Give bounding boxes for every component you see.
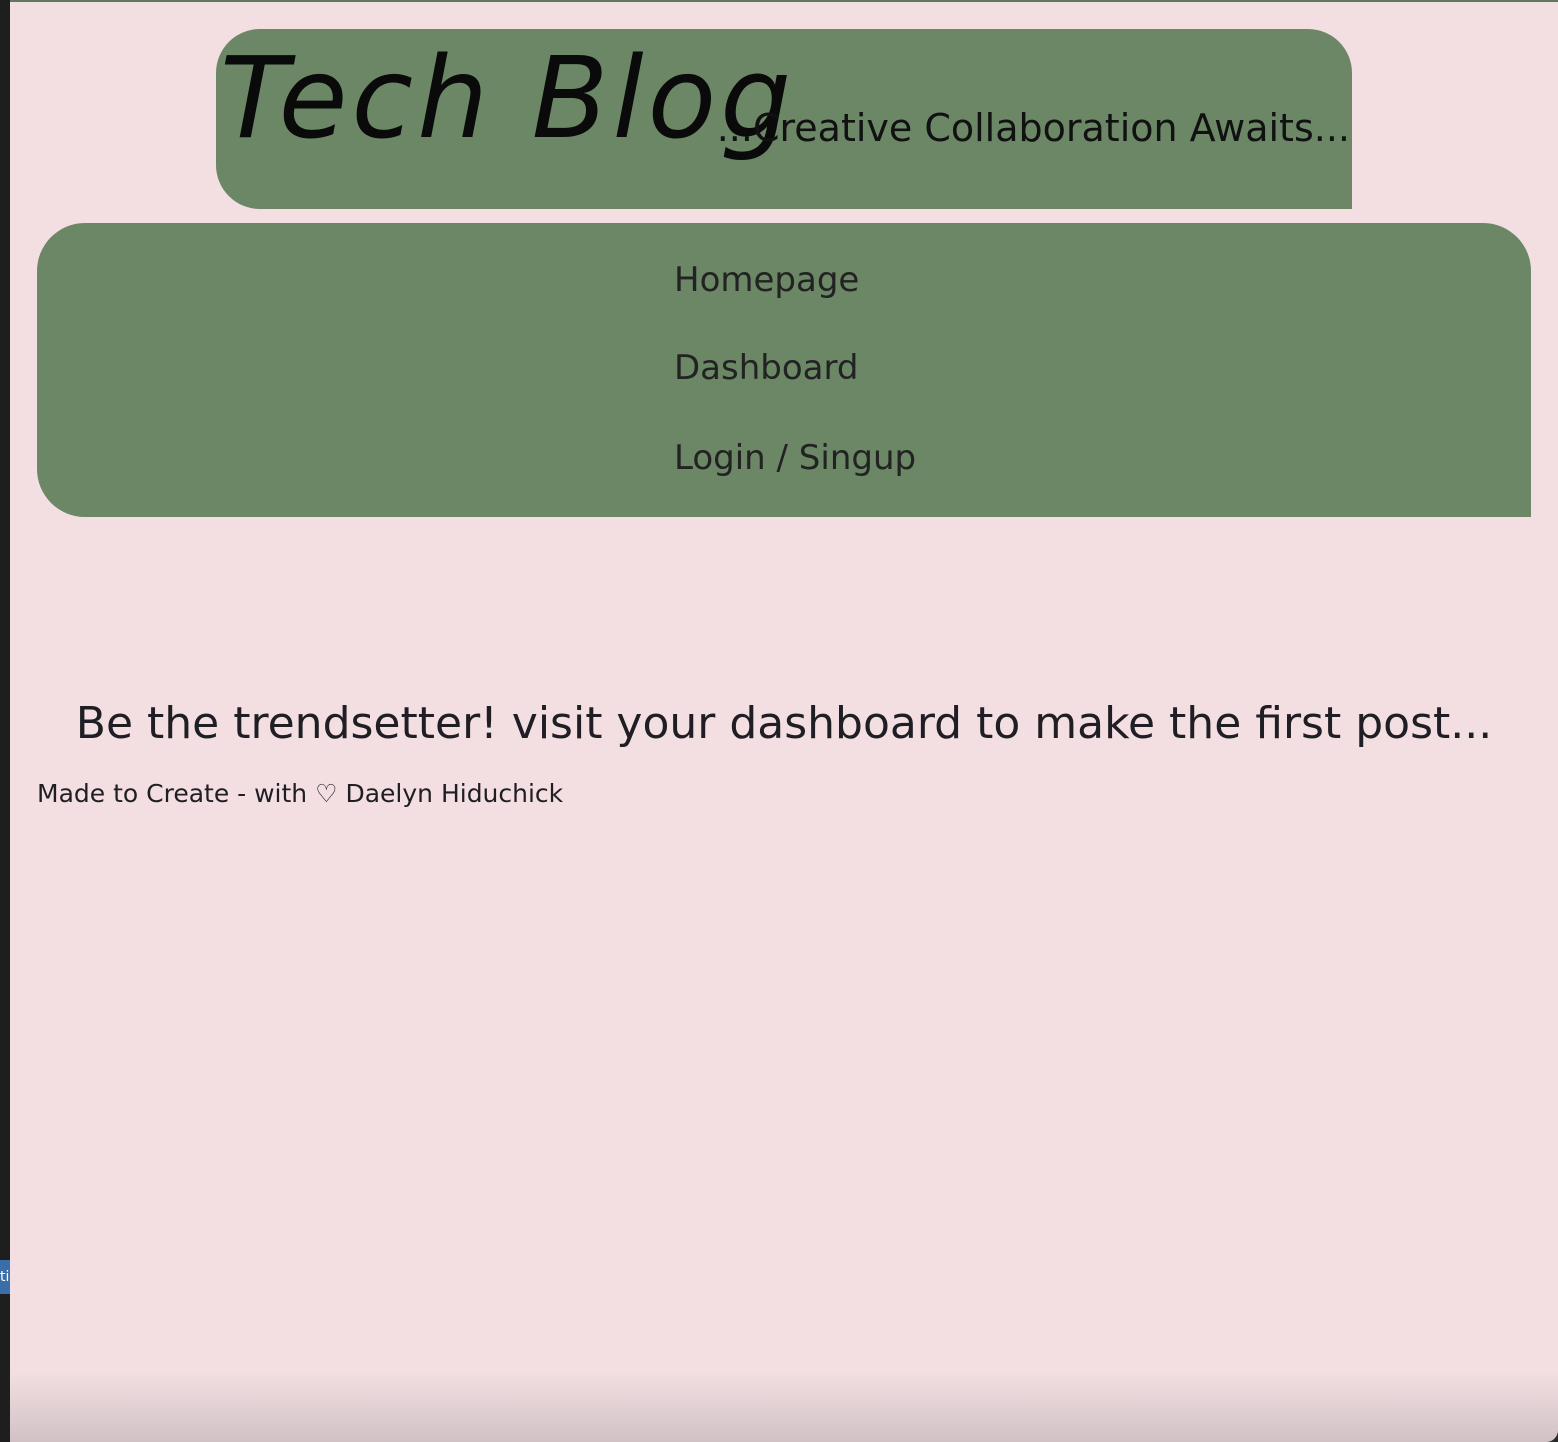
site-title: Tech Blog: [220, 34, 796, 164]
browser-page: Tech Blog ...Creative Collaboration Awai…: [10, 0, 1558, 1442]
main-nav: Homepage Dashboard Login / Singup: [37, 223, 1531, 517]
bottom-shade: [10, 1372, 1558, 1442]
nav-link-login-signup[interactable]: Login / Singup: [674, 441, 916, 475]
site-footer: Made to Create - with ♡ Daelyn Hiduchick: [37, 779, 564, 808]
edge-tab[interactable]: ti: [0, 1260, 10, 1294]
site-header: Tech Blog ...Creative Collaboration Awai…: [216, 29, 1352, 209]
left-screen-edge: [0, 0, 10, 1442]
site-tagline: ...Creative Collaboration Awaits...: [716, 106, 1350, 150]
empty-posts-message: Be the trendsetter! visit your dashboard…: [75, 698, 1493, 749]
nav-link-dashboard[interactable]: Dashboard: [674, 351, 858, 385]
edge-tab-label: ti: [0, 1269, 10, 1285]
nav-link-homepage[interactable]: Homepage: [674, 263, 859, 297]
